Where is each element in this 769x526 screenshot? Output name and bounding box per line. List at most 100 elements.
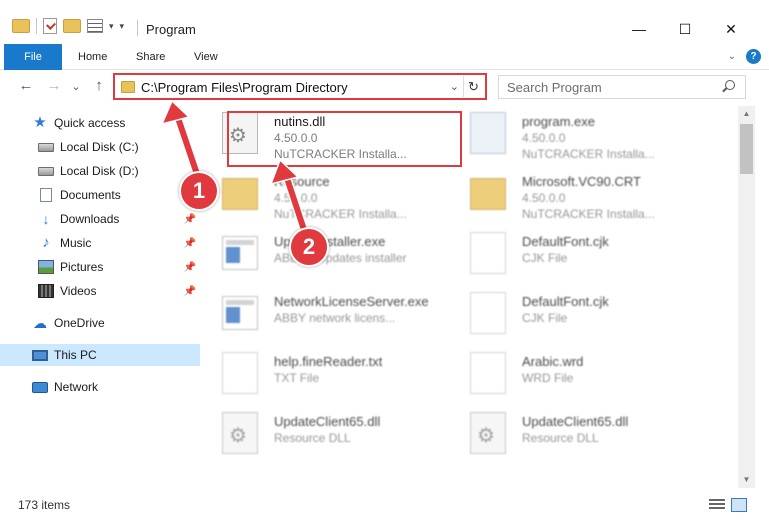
file-item-updateclient65-dll[interactable]: UpdateClient65.dll Resource DLL [208,406,448,460]
file-description: NuTCRACKER Installa... [522,207,655,221]
file-item-networklicenseserver-exe[interactable]: NetworkLicenseServer.exe ABBY network li… [208,286,448,340]
tab-view[interactable]: View [194,44,218,70]
text-file-icon [222,352,258,394]
file-item-help-txt[interactable]: help.fineReader.txt TXT File [208,346,448,400]
sidebar-item-label: Documents [60,188,121,202]
sidebar-item-quick-access[interactable]: ★ Quick access [0,112,200,134]
sidebar-item-music[interactable]: ♪ Music 📌 [0,232,200,254]
folder-icon [121,81,135,93]
folder-icon[interactable] [12,19,30,33]
customize-toolbar-icon[interactable]: ▾ [120,21,125,32]
scroll-up-icon[interactable]: ▲ [738,106,755,122]
file-type: WRD File [522,371,574,385]
music-icon: ♪ [42,234,50,251]
properties-check-icon[interactable] [43,18,57,34]
address-path[interactable]: C:\Program Files\Program Directory [141,80,348,95]
pin-icon[interactable]: 📌 [184,262,196,273]
file-type: TXT File [274,371,320,385]
tab-share[interactable]: Share [136,44,165,70]
navigation-pane: ★ Quick access Local Disk (C:) Local Dis… [0,106,206,494]
new-folder-icon[interactable] [63,19,81,33]
ribbon-tabs: File Home Share View ⌄ ? [0,44,769,70]
pin-icon[interactable]: 📌 [184,238,196,249]
sidebar-item-label: OneDrive [54,316,105,330]
expand-ribbon-icon[interactable]: ⌄ [728,51,736,62]
item-count: 173 items [18,498,71,512]
sidebar-item-label: Pictures [60,260,104,274]
scroll-thumb[interactable] [740,124,753,174]
pin-icon[interactable]: 📌 [184,286,196,297]
sidebar-item-this-pc[interactable]: This PC [0,344,200,366]
title-bar: ▾ ▾ Program — ☐ ✕ [0,0,769,44]
file-name: Resource [274,174,330,189]
exe-file-icon [222,296,258,330]
file-item-updateclient65-dll[interactable]: UpdateClient65.dll Resource DLL [456,406,696,460]
maximize-button[interactable]: ☐ [662,14,708,44]
file-name: Arabic.wrd [522,354,584,369]
cloud-icon: ☁ [33,315,47,331]
file-name: DefaultFont.cjk [522,234,609,249]
file-name: program.exe [522,114,595,129]
file-item-defaultfont-cjk[interactable]: DefaultFont.cjk CJK File [456,286,696,340]
details-view-icon[interactable] [709,499,725,511]
file-name: help.fineReader.txt [274,354,383,369]
quick-access-toolbar: ▾ ▾ [12,18,124,34]
sidebar-item-downloads[interactable]: ↓ Downloads 📌 [0,208,200,230]
recent-locations-button[interactable]: ⌄ [66,80,86,93]
sidebar-item-label: Downloads [60,212,120,226]
sidebar-item-videos[interactable]: Videos 📌 [0,280,200,302]
file-item-program-exe[interactable]: program.exe 4.50.0.0 NuTCRACKER Installa… [456,106,696,161]
search-input[interactable]: Search Program [507,80,602,95]
file-type: Resource DLL [274,431,351,445]
sidebar-item-label: Local Disk (C:) [60,140,139,154]
file-item-defaultfont-cjk[interactable]: DefaultFont.cjk CJK File [456,226,696,280]
window-title: Program [146,22,196,37]
file-item-arabic-wrd[interactable]: Arabic.wrd WRD File [456,346,696,400]
text-file-icon [470,232,506,274]
close-button[interactable]: ✕ [708,14,754,44]
sidebar-item-local-disk-c[interactable]: Local Disk (C:) [0,136,200,158]
refresh-button[interactable]: ↻ [463,76,483,97]
tab-file[interactable]: File [4,44,62,70]
step-1-badge: 1 [179,171,219,211]
chevron-down-icon[interactable]: ⌄ [450,80,459,93]
vertical-scrollbar[interactable]: ▲ ▼ [738,106,755,488]
disk-icon [38,166,54,176]
tiles-view-icon[interactable] [731,498,747,512]
search-icon [725,80,735,90]
sidebar-item-local-disk-d[interactable]: Local Disk (D:) [0,160,200,182]
sidebar-item-label: Music [60,236,92,250]
window-bottom-edge [0,516,769,526]
file-name: UpdateClient65.dll [274,414,381,429]
network-icon [32,381,48,393]
minimize-button[interactable]: — [616,14,662,44]
search-box[interactable]: Search Program [498,75,746,99]
file-name: UpdateClient65.dll [522,414,629,429]
documents-icon [40,188,52,202]
pin-icon[interactable]: 📌 [184,214,196,225]
sidebar-item-label: Quick access [54,116,126,130]
installer-file-icon [470,112,506,154]
downloads-icon: ↓ [42,211,50,227]
sidebar-item-onedrive[interactable]: ☁ OneDrive [0,312,200,334]
file-item-resource[interactable]: Resource 4.50.0.0 NuTCRACKER Installa... [208,166,448,221]
tab-home[interactable]: Home [78,44,107,70]
pictures-icon [38,260,54,274]
address-bar[interactable]: C:\Program Files\Program Directory ⌄ ↻ [113,73,487,100]
sidebar-item-network[interactable]: Network [0,376,200,398]
sidebar-item-label: Local Disk (D:) [60,164,139,178]
file-version: 4.50.0.0 [522,191,566,205]
forward-button[interactable]: → [44,77,64,94]
file-type: Resource DLL [522,431,599,445]
properties-icon[interactable] [87,19,103,33]
file-item-microsoft-vc90-crt[interactable]: Microsoft.VC90.CRT 4.50.0.0 NuTCRACKER I… [456,166,696,221]
sidebar-item-documents[interactable]: Documents [0,184,200,206]
sidebar-item-pictures[interactable]: Pictures 📌 [0,256,200,278]
up-button[interactable]: ↑ [89,77,109,94]
sidebar-item-label: This PC [54,348,97,362]
divider [36,18,37,34]
chevron-down-icon[interactable]: ▾ [109,21,114,32]
scroll-down-icon[interactable]: ▼ [738,472,755,488]
help-icon[interactable]: ? [746,49,761,64]
back-button[interactable]: ← [16,77,36,94]
